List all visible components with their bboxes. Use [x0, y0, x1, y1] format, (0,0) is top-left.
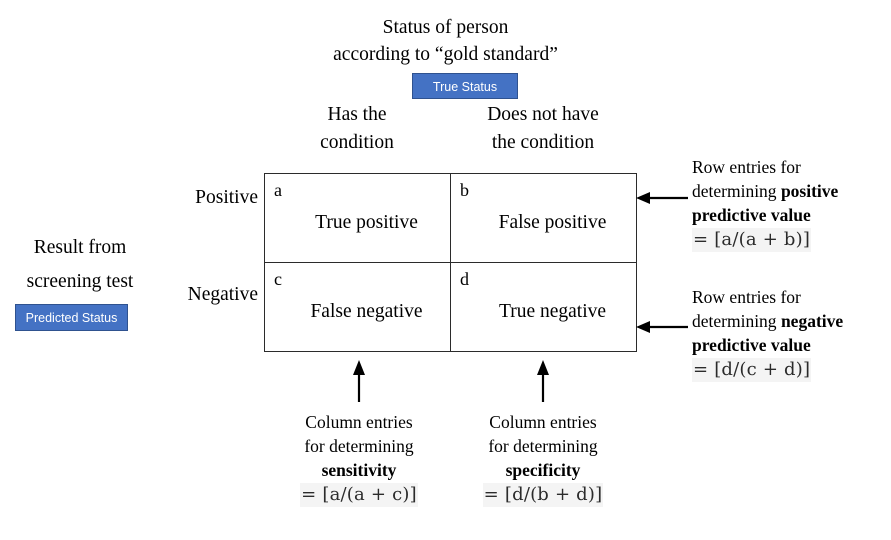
annotation-ppv-line-1: Row entries for — [692, 157, 801, 177]
annotation-ppv-line-3-bold: predictive value — [692, 205, 811, 225]
annotation-npv-formula: = [d/(c + d)] — [692, 358, 812, 382]
predicted-status-badge[interactable]: Predicted Status — [15, 304, 128, 331]
column-header-no-condition-line-2: the condition — [491, 132, 595, 153]
annotation-npv-line-2: determining negative — [692, 309, 891, 333]
column-header-has-condition-line-2: condition — [320, 132, 394, 153]
table-row: a True positive b False positive — [264, 173, 637, 263]
left-axis-label-line-2: screening test — [26, 271, 134, 292]
arrow-left-icon — [636, 192, 688, 204]
matrix-cell-label-false-positive: False positive — [498, 212, 607, 233]
matrix-cell-true-negative[interactable]: d True negative — [450, 262, 637, 352]
annotation-specificity-line-3: specificity — [505, 460, 581, 480]
annotation-ppv-formula-wrap: = [a/(a + b)] — [692, 227, 891, 252]
true-status-badge[interactable]: True Status — [412, 73, 518, 99]
column-header-has-condition: Has the condition — [263, 101, 451, 157]
arrow-left-icon — [636, 321, 688, 333]
annotation-specificity-formula: = [d/(b + d)] — [482, 483, 604, 507]
arrow-up-icon — [537, 360, 549, 402]
matrix-cell-label-true-negative: True negative — [498, 301, 607, 322]
annotation-npv-line-3: predictive value — [692, 333, 891, 357]
annotation-npv-line-2-bold: negative — [780, 311, 844, 331]
annotation-specificity-line-2: for determining — [488, 436, 598, 456]
annotation-ppv-line-2: determining positive — [692, 179, 891, 203]
matrix-cell-false-positive[interactable]: b False positive — [450, 173, 637, 263]
matrix-cell-key-a: a — [274, 180, 282, 200]
arrow-up-icon — [353, 360, 365, 402]
annotation-specificity-formula-wrap: = [d/(b + d)] — [433, 482, 653, 507]
table-row: c False negative d True negative — [264, 262, 637, 352]
annotation-ppv-line-3: predictive value — [692, 203, 891, 227]
diagram-title: Status of person according to “gold stan… — [0, 14, 891, 68]
column-header-has-condition-line-1: Has the — [327, 104, 387, 125]
confusion-matrix-table: a True positive b False positive c False… — [264, 173, 637, 352]
diagram-title-line-1: Status of person — [382, 17, 509, 38]
annotation-positive-predictive-value: Row entries for determining positive pre… — [692, 155, 891, 252]
annotation-specificity-line-1: Column entries — [489, 412, 597, 432]
annotation-ppv-line-2-plain: determining — [692, 181, 781, 201]
matrix-cell-true-positive[interactable]: a True positive — [264, 173, 451, 263]
left-axis-label: Result from screening test — [0, 231, 160, 299]
column-header-no-condition: Does not have the condition — [449, 101, 637, 157]
annotation-npv-line-3-bold: predictive value — [692, 335, 811, 355]
annotation-negative-predictive-value: Row entries for determining negative pre… — [692, 285, 891, 382]
matrix-cell-key-b: b — [460, 180, 469, 200]
left-axis-label-line-1: Result from — [33, 237, 127, 258]
matrix-cell-key-d: d — [460, 269, 469, 289]
row-label-negative: Negative — [187, 284, 258, 305]
annotation-npv-line-1: Row entries for — [692, 287, 801, 307]
column-header-no-condition-line-1: Does not have — [487, 104, 599, 125]
matrix-cell-label-true-positive: True positive — [315, 212, 418, 233]
row-label-positive: Positive — [195, 187, 258, 208]
annotation-npv-formula-wrap: = [d/(c + d)] — [692, 357, 891, 382]
matrix-cell-key-c: c — [274, 269, 282, 289]
annotation-specificity: Column entries for determining specifici… — [433, 410, 653, 507]
annotation-npv-line-2-plain: determining — [692, 311, 781, 331]
annotation-sensitivity-formula: = [a/(a + c)] — [300, 483, 418, 507]
matrix-cell-false-negative[interactable]: c False negative — [264, 262, 451, 352]
matrix-cell-label-false-negative: False negative — [310, 301, 423, 322]
annotation-ppv-formula: = [a/(a + b)] — [692, 228, 812, 252]
annotation-ppv-line-2-bold: positive — [780, 181, 839, 201]
diagram-title-line-2: according to “gold standard” — [333, 44, 558, 65]
